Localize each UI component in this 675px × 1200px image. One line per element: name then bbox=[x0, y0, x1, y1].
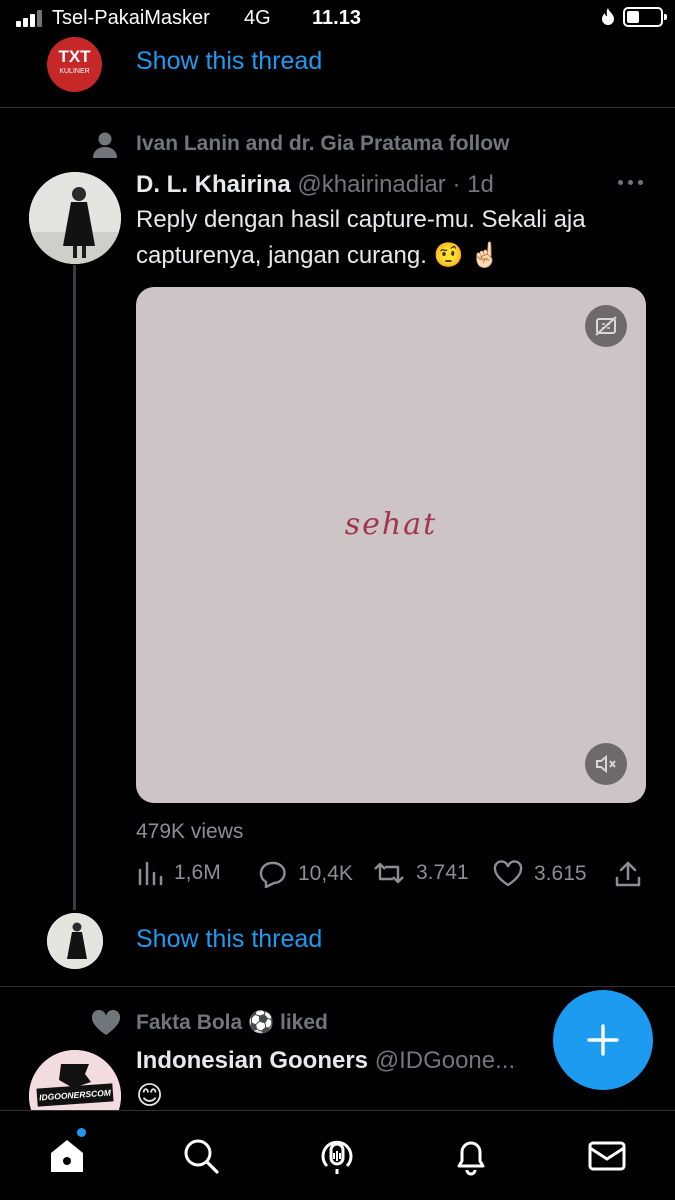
show-thread-link-top[interactable]: Show this thread bbox=[136, 47, 322, 76]
captions-icon[interactable] bbox=[585, 305, 627, 347]
tab-search[interactable] bbox=[178, 1133, 224, 1179]
analytics-button[interactable]: 1,6M bbox=[136, 860, 221, 886]
next-tweet-header[interactable]: Indonesian Gooners @IDGoone... bbox=[136, 1047, 515, 1075]
clock: 11.13 bbox=[312, 7, 361, 29]
bottom-tab-bar bbox=[0, 1110, 675, 1200]
reply-button[interactable]: 10,4K bbox=[256, 860, 353, 888]
next-author-name[interactable]: Indonesian Gooners bbox=[136, 1047, 368, 1074]
tab-messages[interactable] bbox=[584, 1133, 630, 1179]
battery-icon bbox=[623, 7, 667, 27]
more-icon[interactable] bbox=[618, 180, 643, 185]
home-new-content-indicator bbox=[77, 1128, 86, 1137]
avatar-logo-subtext: KULINER bbox=[59, 68, 90, 75]
retweet-button[interactable]: 3.741 bbox=[372, 860, 469, 886]
compose-button[interactable] bbox=[553, 990, 653, 1090]
avatar-khairina[interactable] bbox=[29, 172, 121, 264]
compose-icon bbox=[587, 1024, 619, 1056]
thread-connector-line bbox=[73, 265, 76, 910]
carrier-name: Tsel-PakaiMasker bbox=[52, 7, 210, 29]
analytics-count: 1,6M bbox=[174, 861, 221, 884]
flame-icon bbox=[602, 8, 614, 25]
author-handle[interactable]: @khairinadiar · 1d bbox=[297, 171, 493, 198]
spaces-icon bbox=[321, 1140, 353, 1174]
like-count: 3.615 bbox=[534, 862, 587, 885]
search-icon bbox=[184, 1139, 219, 1174]
person-icon bbox=[93, 132, 117, 158]
signal-icon bbox=[16, 9, 46, 27]
social-context[interactable]: Ivan Lanin and dr. Gia Pratama follow bbox=[136, 132, 509, 156]
network-type: 4G bbox=[244, 7, 271, 29]
tweet-text-line-1: Reply dengan hasil capture-mu. Sekali aj… bbox=[136, 206, 586, 233]
next-social-context[interactable]: Fakta Bola ⚽ liked bbox=[136, 1011, 328, 1035]
messages-icon bbox=[588, 1141, 626, 1171]
mute-icon[interactable] bbox=[585, 743, 627, 785]
share-button[interactable] bbox=[614, 860, 642, 888]
tweet-actions: 1,6M 10,4K 3.741 3.615 bbox=[136, 860, 646, 894]
reply-icon bbox=[259, 861, 286, 888]
author-name[interactable]: D. L. Khairina bbox=[136, 171, 291, 198]
view-count: 479K views bbox=[136, 820, 244, 843]
divider bbox=[0, 986, 675, 987]
avatar-txt-kuliner[interactable]: TXT KULINER bbox=[47, 37, 102, 92]
avatar-khairina-small[interactable] bbox=[47, 913, 103, 969]
status-bar: Tsel-PakaiMasker 4G 11.13 bbox=[0, 0, 675, 38]
notifications-icon bbox=[457, 1141, 485, 1176]
next-author-handle[interactable]: @IDGoone... bbox=[375, 1047, 515, 1074]
like-icon bbox=[493, 860, 523, 887]
tweet-text-line-2: capturenya, jangan curang. 🤨 ☝🏻 bbox=[136, 242, 500, 269]
media-caption-text: sehat bbox=[344, 507, 438, 542]
share-icon bbox=[615, 861, 641, 887]
heart-icon bbox=[91, 1010, 121, 1035]
home-icon bbox=[51, 1140, 83, 1172]
tweet-text: Reply dengan hasil capture-mu. Sekali aj… bbox=[136, 202, 656, 274]
show-thread-link[interactable]: Show this thread bbox=[136, 925, 322, 954]
divider bbox=[0, 107, 675, 108]
retweet-count: 3.741 bbox=[416, 861, 469, 884]
reply-count: 10,4K bbox=[298, 862, 353, 885]
like-button[interactable]: 3.615 bbox=[492, 860, 587, 888]
retweet-icon bbox=[374, 862, 404, 884]
tweet-header[interactable]: D. L. Khairina @khairinadiar · 1d bbox=[136, 171, 494, 199]
tab-spaces[interactable] bbox=[314, 1133, 360, 1179]
tweet-media-video[interactable]: sehat bbox=[136, 287, 646, 803]
analytics-icon bbox=[138, 861, 163, 886]
tab-home[interactable] bbox=[44, 1133, 90, 1179]
next-tweet-text: 😊 bbox=[136, 1080, 164, 1110]
tab-notifications[interactable] bbox=[448, 1133, 494, 1179]
avatar-logo-text: TXT bbox=[58, 47, 91, 66]
